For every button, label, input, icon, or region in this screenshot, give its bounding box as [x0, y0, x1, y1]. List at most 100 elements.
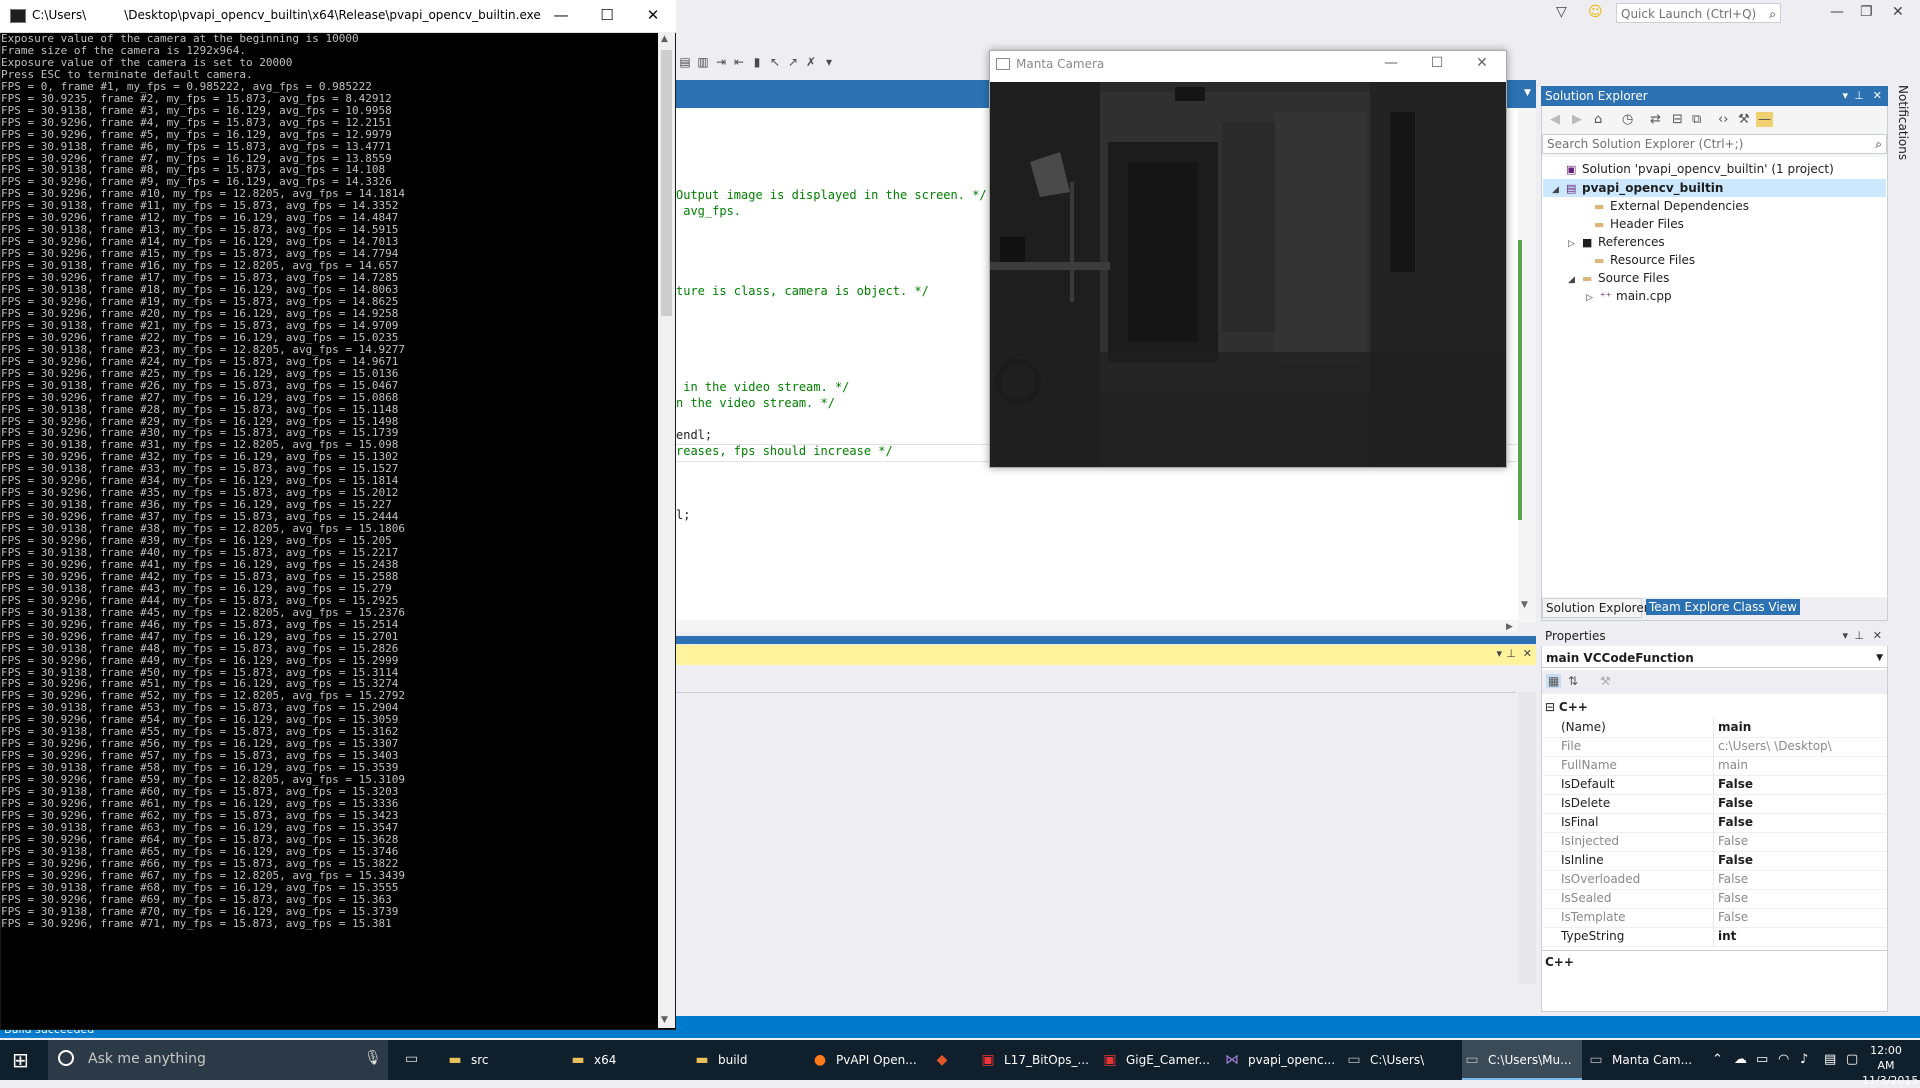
output-scrollbar[interactable] [1518, 692, 1536, 984]
back-icon[interactable]: ◀ [1550, 112, 1560, 127]
ime-icon[interactable]: ▤ [1824, 1052, 1836, 1067]
property-value[interactable]: False [1713, 908, 1885, 927]
preview-selected-icon[interactable]: — [1756, 112, 1773, 127]
taskbar-item-gige-pdf[interactable]: ▣ GigE_Camer... [1100, 1040, 1218, 1080]
tree-item-external-dependencies[interactable]: ▬ External Dependencies [1580, 197, 1749, 215]
sync-icon[interactable]: ⇄ [1650, 112, 1661, 127]
property-value[interactable]: False [1713, 813, 1885, 832]
tree-item-main-cpp[interactable]: ▷ ⁺⁺ main.cpp [1586, 287, 1672, 305]
network-icon[interactable]: ◠ [1778, 1052, 1789, 1067]
se-dropdown-icon[interactable]: ▾ [1842, 86, 1848, 106]
prev-bookmark-icon[interactable]: ↖ [766, 55, 784, 69]
property-value[interactable]: c:\Users\ \Desktop\ [1713, 737, 1885, 756]
vs-close-icon[interactable]: ✕ [1892, 4, 1904, 20]
output-panel[interactable] [676, 692, 1516, 985]
forward-icon[interactable]: ▶ [1572, 112, 1582, 127]
home-icon[interactable]: ⌂ [1594, 112, 1602, 127]
editor-horizontal-scrollbar[interactable] [676, 620, 1518, 632]
action-center-icon[interactable]: ▢ [1846, 1052, 1858, 1067]
properties-category[interactable]: ⊟ C++ [1545, 700, 1588, 714]
scroll-up-icon[interactable]: ▲ [661, 34, 668, 44]
taskbar-item-x64[interactable]: ▬ x64 [568, 1040, 686, 1080]
property-pages-icon[interactable]: ⚒ [1600, 674, 1611, 688]
volume-icon[interactable]: ♪ [1800, 1052, 1808, 1067]
tree-item-references[interactable]: ▷ ■ References [1568, 233, 1665, 251]
feedback-smiley-icon[interactable]: ☺ [1588, 4, 1603, 20]
property-row[interactable]: TypeString int [1543, 927, 1886, 947]
property-row[interactable]: IsFinal False [1543, 813, 1886, 833]
tab-solution-explorer[interactable]: Solution Explorer [1546, 601, 1649, 615]
camera-minimize-button[interactable]: — [1371, 55, 1411, 71]
vs-minimize-icon[interactable]: — [1830, 4, 1844, 20]
camera-close-button[interactable]: ✕ [1462, 55, 1502, 71]
editor-tab-dropdown-icon[interactable]: ▼ [1524, 88, 1531, 98]
comment-icon[interactable]: ▤ [676, 55, 694, 69]
indent-icon[interactable]: ⇥ [712, 55, 730, 69]
taskbar-item-console-1[interactable]: ▭ C:\Users\ [1344, 1040, 1462, 1080]
props-close-icon[interactable]: ✕ [1873, 626, 1882, 646]
uncomment-icon[interactable]: ▥ [694, 55, 712, 69]
cloud-sync-icon[interactable]: ☁ [1734, 1052, 1747, 1067]
tab-class-view[interactable]: Class View [1730, 599, 1800, 615]
notifications-tab[interactable]: Notifications [1896, 85, 1910, 160]
toolbar-overflow-icon[interactable]: ▾ [820, 55, 838, 69]
console-output-area[interactable]: Exposure value of the camera at the begi… [1, 32, 658, 1027]
property-row[interactable]: (Name) main [1543, 718, 1886, 738]
se-close-icon[interactable]: ✕ [1873, 86, 1882, 106]
start-button[interactable]: ⊞ [12, 1048, 29, 1072]
console-scroll-thumb[interactable] [661, 50, 672, 316]
quick-launch-input[interactable]: Quick Launch (Ctrl+Q) ⌕ [1616, 3, 1781, 23]
property-value[interactable]: False [1713, 851, 1885, 870]
pending-changes-icon[interactable]: ◷ [1622, 112, 1633, 127]
outdent-icon[interactable]: ⇤ [730, 55, 748, 69]
tree-item-source-files[interactable]: ◢ ▬ Source Files [1568, 269, 1669, 287]
property-value[interactable]: main [1713, 718, 1885, 737]
property-row[interactable]: IsInjected False [1543, 832, 1886, 852]
props-dropdown-icon[interactable]: ▾ [1842, 626, 1848, 646]
taskbar-item-firefox[interactable]: ● PvAPI Open... [810, 1040, 930, 1080]
taskbar-item-visual-studio[interactable]: ⋈ pvapi_openc... [1222, 1040, 1340, 1080]
taskbar-item-build[interactable]: ▬ build [692, 1040, 810, 1080]
camera-maximize-button[interactable]: ☐ [1417, 55, 1457, 71]
categorized-icon[interactable]: ▦ [1546, 674, 1562, 688]
property-row[interactable]: FullName main [1543, 756, 1886, 776]
alphabetical-icon[interactable]: ⇅ [1568, 674, 1578, 688]
bookmark-icon[interactable]: ▮ [748, 55, 766, 69]
property-value[interactable]: False [1713, 794, 1885, 813]
task-view-button[interactable]: ▭ [405, 1051, 418, 1067]
property-value[interactable]: False [1713, 889, 1885, 908]
console-maximize-button[interactable]: ☐ [584, 6, 630, 24]
filter-icon[interactable]: ▽ [1556, 4, 1567, 20]
microphone-icon[interactable]: 🎙 [364, 1050, 382, 1066]
show-hidden-icons-icon[interactable]: ⌃ [1712, 1052, 1723, 1067]
taskbar-clock[interactable]: 12:00 AM 11/3/2015 [1862, 1043, 1918, 1088]
tab-team-explorer[interactable]: Team Explorer [1646, 599, 1738, 615]
property-row[interactable]: File c:\Users\ \Desktop\ [1543, 737, 1886, 757]
property-row[interactable]: IsInline False [1543, 851, 1886, 871]
battery-icon[interactable]: ▭ [1756, 1052, 1768, 1067]
output-close-icon[interactable]: ✕ [1523, 647, 1532, 660]
taskbar-item-manta-camera[interactable]: ▭ Manta Cam... [1586, 1040, 1704, 1080]
output-pin-icon[interactable]: ⊥ [1506, 647, 1516, 660]
scroll-right-icon[interactable]: ▶ [1506, 622, 1513, 632]
property-row[interactable]: IsTemplate False [1543, 908, 1886, 928]
tree-item-solution[interactable]: ▣ Solution 'pvapi_opencv_builtin' (1 proj… [1552, 160, 1834, 178]
taskbar-item-console-2[interactable]: ▭ C:\Users\Mu... [1462, 1040, 1582, 1080]
taskbar-item-l17-pdf[interactable]: ▣ L17_BitOps_... [978, 1040, 1096, 1080]
tree-item-project[interactable]: ◢ ▤ pvapi_opencv_builtin [1552, 179, 1723, 197]
next-bookmark-icon[interactable]: ↗ [784, 55, 802, 69]
output-dropdown-icon[interactable]: ▾ [1496, 647, 1502, 660]
vs-restore-icon[interactable]: ❐ [1860, 4, 1873, 20]
property-row[interactable]: IsSealed False [1543, 889, 1886, 909]
property-value[interactable]: False [1713, 775, 1885, 794]
taskbar-item-app[interactable]: ◆ [932, 1040, 972, 1080]
properties-icon[interactable]: ⚒ [1738, 112, 1750, 127]
property-value[interactable]: main [1713, 756, 1885, 775]
console-close-button[interactable]: ✕ [630, 6, 676, 24]
clear-bookmarks-icon[interactable]: ✗ [802, 55, 820, 69]
taskbar-item-src[interactable]: ▬ src [445, 1040, 563, 1080]
property-value[interactable]: int [1713, 927, 1885, 946]
properties-object-selector[interactable]: main VCCodeFunction ▼ [1542, 648, 1887, 668]
collapse-all-icon[interactable]: ⊟ [1672, 112, 1683, 127]
expand-icon[interactable]: ▷ [1586, 289, 1600, 307]
